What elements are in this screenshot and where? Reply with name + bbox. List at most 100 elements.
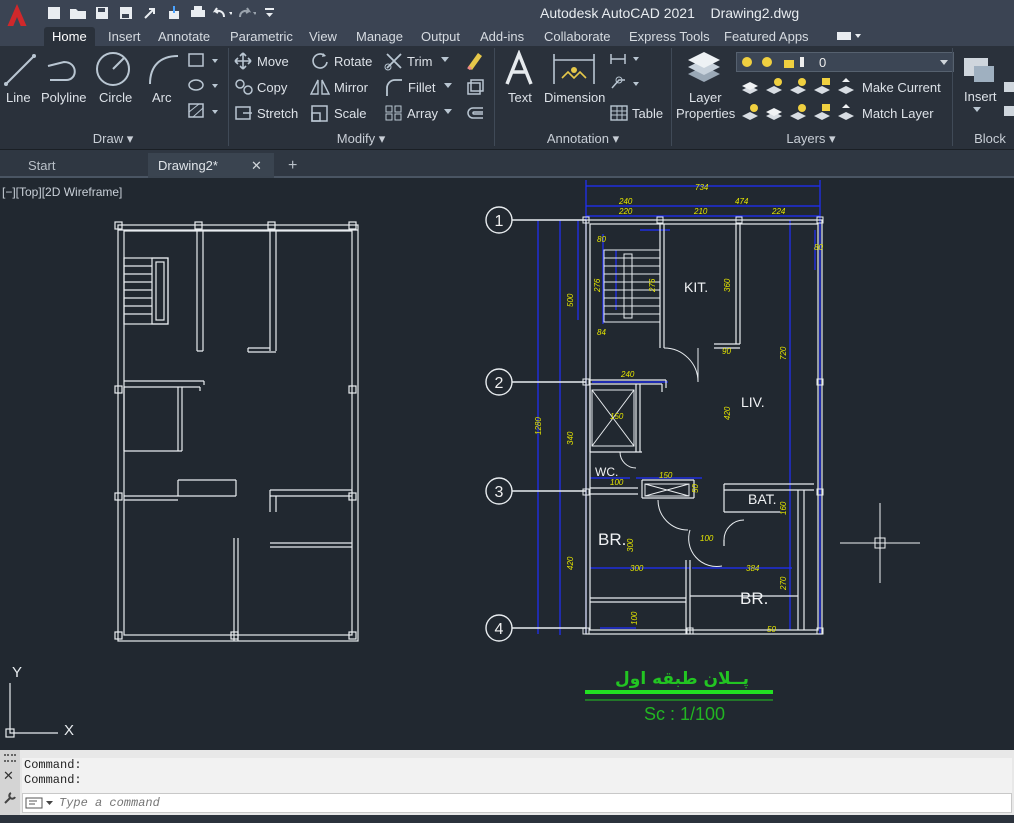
drawing-viewport[interactable]: 1 2 3 4 734 474 240 220 210 224 80 80 27… bbox=[0, 178, 1014, 750]
fillet-dropdown-icon[interactable] bbox=[443, 82, 453, 90]
text-button[interactable]: Text bbox=[508, 90, 532, 105]
block-panel-title[interactable]: Block bbox=[953, 130, 1014, 148]
line-button[interactable]: Line bbox=[6, 90, 31, 105]
command-window-grip[interactable]: ✕ bbox=[0, 750, 20, 823]
tab-featured-apps[interactable]: Featured Apps bbox=[724, 27, 809, 46]
rotate-button[interactable]: Rotate bbox=[334, 54, 372, 69]
erase-icon[interactable] bbox=[465, 50, 485, 70]
tab-express-tools[interactable]: Express Tools bbox=[629, 27, 710, 46]
offset-icon[interactable] bbox=[465, 104, 485, 122]
door-swings bbox=[619, 347, 745, 567]
arc-icon[interactable] bbox=[144, 50, 182, 88]
ucs-x-label: X bbox=[64, 722, 74, 739]
tab-parametric[interactable]: Parametric bbox=[230, 27, 293, 46]
fillet-button[interactable]: Fillet bbox=[408, 80, 435, 95]
close-tab-icon[interactable]: ✕ bbox=[251, 153, 262, 178]
dim-160: 160 bbox=[779, 501, 788, 515]
circle-button[interactable]: Circle bbox=[99, 90, 132, 105]
drawing-canvas[interactable]: 1 2 3 4 734 474 240 220 210 224 80 80 27… bbox=[0, 178, 1014, 750]
modify-panel-title[interactable]: Modify ▾ bbox=[229, 130, 493, 148]
draw-small-tools-icon[interactable] bbox=[186, 52, 222, 124]
ucs-icon bbox=[5, 683, 58, 738]
layer-properties-label-1[interactable]: Layer bbox=[689, 90, 722, 105]
scale-button[interactable]: Scale bbox=[334, 106, 367, 121]
save-icon[interactable] bbox=[92, 3, 112, 23]
command-window: ✕ Command: Command: bbox=[0, 750, 1014, 823]
copy-button[interactable]: Copy bbox=[257, 80, 287, 95]
mirror-icon[interactable] bbox=[310, 78, 330, 96]
arc-button[interactable]: Arc bbox=[152, 90, 172, 105]
tab-add-ins[interactable]: Add-ins bbox=[480, 27, 524, 46]
array-dropdown-icon[interactable] bbox=[443, 108, 453, 116]
dim-20: 80 bbox=[814, 243, 823, 252]
tab-output[interactable]: Output bbox=[421, 27, 460, 46]
layers-panel-title[interactable]: Layers ▾ bbox=[672, 130, 950, 148]
layer-properties-label-2[interactable]: Properties bbox=[676, 106, 735, 121]
table-button[interactable]: Table bbox=[632, 106, 663, 121]
ribbon-minimize-icon[interactable] bbox=[835, 29, 863, 43]
tab-manage[interactable]: Manage bbox=[356, 27, 403, 46]
customize-qat-icon[interactable] bbox=[260, 3, 280, 23]
tab-annotate[interactable]: Annotate bbox=[158, 27, 210, 46]
rotate-icon[interactable] bbox=[311, 52, 329, 70]
array-button[interactable]: Array bbox=[407, 106, 438, 121]
trim-icon[interactable] bbox=[384, 51, 404, 71]
tab-collaborate[interactable]: Collaborate bbox=[544, 27, 611, 46]
new-file-icon[interactable] bbox=[44, 3, 64, 23]
trim-dropdown-icon[interactable] bbox=[440, 56, 450, 64]
redo-icon[interactable] bbox=[236, 3, 256, 23]
text-icon[interactable] bbox=[503, 50, 535, 88]
scale-icon[interactable] bbox=[310, 104, 330, 122]
dim-150b: 150 bbox=[659, 471, 673, 480]
layout-tab-bar[interactable] bbox=[0, 815, 1014, 823]
stretch-icon[interactable] bbox=[234, 104, 254, 122]
share-icon[interactable] bbox=[140, 3, 160, 23]
stretch-button[interactable]: Stretch bbox=[257, 106, 298, 121]
layer-dropdown[interactable]: 0 bbox=[736, 52, 954, 72]
line-icon[interactable] bbox=[2, 50, 38, 88]
array-icon[interactable] bbox=[384, 104, 404, 122]
move-icon[interactable] bbox=[234, 52, 252, 70]
tab-view[interactable]: View bbox=[309, 27, 337, 46]
tab-home[interactable]: Home bbox=[44, 27, 95, 46]
start-tab[interactable]: Start bbox=[0, 153, 145, 178]
plot-icon[interactable] bbox=[188, 3, 208, 23]
insert-button[interactable]: Insert bbox=[964, 89, 997, 104]
new-tab-button[interactable]: + bbox=[280, 153, 310, 178]
save-as-icon[interactable] bbox=[116, 3, 136, 23]
dim-210: 210 bbox=[693, 207, 708, 216]
make-current-button[interactable]: Make Current bbox=[862, 80, 941, 95]
layer-properties-icon[interactable] bbox=[684, 50, 724, 86]
close-command-window-icon[interactable]: ✕ bbox=[3, 768, 14, 784]
open-folder-icon[interactable] bbox=[68, 3, 88, 23]
copy-icon[interactable] bbox=[234, 78, 254, 96]
match-layer-button[interactable]: Match Layer bbox=[862, 106, 934, 121]
command-input[interactable] bbox=[59, 795, 959, 811]
block-tools-icons[interactable] bbox=[1002, 80, 1014, 120]
table-icon[interactable] bbox=[610, 105, 628, 121]
polyline-icon[interactable] bbox=[44, 52, 84, 86]
move-button[interactable]: Move bbox=[257, 54, 289, 69]
layer-tools-icons[interactable] bbox=[740, 78, 856, 122]
circle-icon[interactable] bbox=[94, 50, 132, 88]
undo-icon[interactable] bbox=[212, 3, 232, 23]
viewport-controls-label[interactable]: [−][Top][2D Wireframe] bbox=[2, 185, 122, 199]
insert-block-icon[interactable] bbox=[960, 54, 1000, 84]
command-prompt-icon[interactable] bbox=[25, 796, 55, 810]
tab-insert[interactable]: Insert bbox=[108, 27, 141, 46]
fillet-icon[interactable] bbox=[384, 78, 404, 98]
command-line[interactable] bbox=[22, 793, 1012, 813]
insert-dropdown-icon[interactable] bbox=[972, 106, 982, 114]
upload-icon[interactable] bbox=[164, 3, 184, 23]
annotation-small-tools-icon[interactable] bbox=[609, 52, 643, 98]
mirror-button[interactable]: Mirror bbox=[334, 80, 368, 95]
explode-icon[interactable] bbox=[465, 78, 485, 96]
draw-panel-title[interactable]: Draw ▾ bbox=[0, 130, 226, 148]
polyline-button[interactable]: Polyline bbox=[41, 90, 87, 105]
drawing-tab[interactable]: Drawing2* ✕ bbox=[148, 153, 274, 178]
dimension-icon[interactable] bbox=[548, 50, 600, 88]
trim-button[interactable]: Trim bbox=[407, 54, 433, 69]
annotation-panel-title[interactable]: Annotation ▾ bbox=[496, 130, 670, 148]
customize-wrench-icon[interactable] bbox=[2, 790, 18, 806]
dimension-button[interactable]: Dimension bbox=[544, 90, 605, 105]
